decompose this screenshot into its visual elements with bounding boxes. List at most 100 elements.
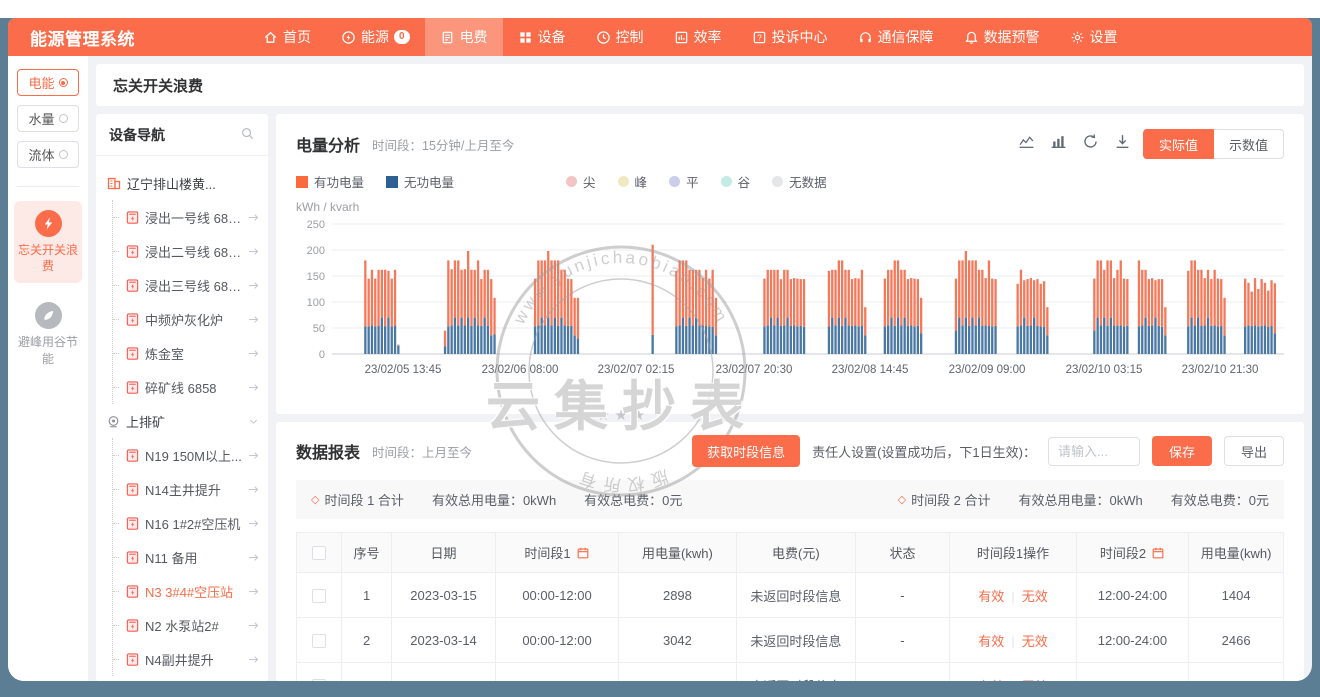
tree-item[interactable]: N2 水泵站2# <box>113 608 260 642</box>
main-area: 忘关开关浪费 设备导航 辽宁排山楼黄...浸出一号线 6851浸出二号线 685… <box>88 56 1312 681</box>
arrow-right-icon[interactable] <box>247 653 260 666</box>
arrow-right-icon[interactable] <box>247 381 260 394</box>
legend-period-item[interactable]: 谷 <box>721 172 751 191</box>
save-button[interactable]: 保存 <box>1152 436 1212 466</box>
action-valid[interactable]: 有效 <box>978 679 1004 682</box>
device-nav-title: 设备导航 <box>109 125 165 145</box>
legend-period-item[interactable]: 无数据 <box>772 172 827 191</box>
tree-item[interactable]: N11 备用 <box>113 540 260 574</box>
tree-item[interactable]: N4副井提升 <box>113 642 260 676</box>
cell-date: 2023-03-15 <box>391 573 496 618</box>
cell-actions: 有效|无效 <box>950 663 1076 682</box>
export-button[interactable]: 导出 <box>1224 436 1284 466</box>
tree-item[interactable]: 中频炉灰化炉 <box>113 302 260 336</box>
arrow-right-icon <box>247 245 260 258</box>
tree-group-node[interactable]: 上排矿 <box>106 404 260 438</box>
fetch-period-button[interactable]: 获取时段信息 <box>692 435 800 467</box>
arrow-right-icon[interactable] <box>247 313 260 326</box>
action-valid[interactable]: 有效 <box>978 634 1004 649</box>
action-valid[interactable]: 有效 <box>978 589 1004 604</box>
cell-actions: 有效|无效 <box>950 618 1076 663</box>
sidebar-toggle-water[interactable]: 水量 <box>17 105 79 132</box>
legend-period-item[interactable]: 峰 <box>618 172 648 191</box>
svg-text:23/02/09 09:00: 23/02/09 09:00 <box>949 364 1026 376</box>
arrow-right-icon[interactable] <box>247 517 260 530</box>
column-label: 电费(元) <box>772 546 820 561</box>
toggle-actual-value[interactable]: 实际值 <box>1143 129 1214 159</box>
meter-icon <box>125 278 140 293</box>
chart-tool-refresh[interactable] <box>1082 133 1099 155</box>
legend-period-item[interactable]: 平 <box>669 172 699 191</box>
arrow-right-icon[interactable] <box>247 551 260 564</box>
legend-series-item[interactable]: 无功电量 <box>386 172 454 191</box>
tree-item[interactable]: N3 3#4#空压站 <box>113 574 260 608</box>
arrow-right-icon[interactable] <box>247 347 260 360</box>
arrow-right-icon[interactable] <box>247 585 260 598</box>
select-all-checkbox[interactable] <box>312 546 326 560</box>
nav-item-alert[interactable]: 数据预警 <box>949 18 1055 56</box>
tree-item-label: N14主井提升 <box>145 480 242 499</box>
nav-item-efficiency[interactable]: 效率 <box>659 18 737 56</box>
tree-item-label: N16 1#2#空压机 <box>145 514 242 533</box>
meter-icon <box>125 380 140 395</box>
sidebar-toggle-fluid[interactable]: 流体 <box>17 141 79 168</box>
chart-tool-line-chart[interactable] <box>1018 133 1035 155</box>
row-checkbox[interactable] <box>312 679 326 681</box>
chart-tool-bar-chart[interactable] <box>1050 133 1067 155</box>
nav-item-complaint[interactable]: ?投诉中心 <box>737 18 843 56</box>
period-summary: ◇时间段 2 合计有效总用电量：0kWh有效总电费：0元 <box>898 490 1269 509</box>
action-invalid[interactable]: 无效 <box>1022 589 1048 604</box>
tree-root-node[interactable]: 辽宁排山楼黄... <box>106 166 260 200</box>
nav-item-control[interactable]: 控制 <box>581 18 659 56</box>
arrow-right-icon[interactable] <box>247 279 260 292</box>
summary-label: 时间段 2 合计 <box>911 490 990 509</box>
tree-item[interactable]: 浸出三号线 6853 <box>113 268 260 302</box>
arrow-right-icon[interactable] <box>247 211 260 224</box>
search-icon[interactable] <box>240 126 255 144</box>
tree-item[interactable]: 浸出二号线 6852 <box>113 234 260 268</box>
calendar-icon <box>576 546 590 560</box>
nav-badge: 0 <box>394 30 410 44</box>
nav-item-device[interactable]: 设备 <box>503 18 581 56</box>
toggle-display-value[interactable]: 示数值 <box>1214 129 1284 159</box>
toggle-label: 水量 <box>28 109 54 128</box>
action-invalid[interactable]: 无效 <box>1022 634 1048 649</box>
row-checkbox[interactable] <box>312 634 326 648</box>
cell-cost: 未返回时段信息 <box>737 573 855 618</box>
svg-text:?: ? <box>757 33 762 42</box>
arrow-right-icon[interactable] <box>247 483 260 496</box>
action-invalid[interactable]: 无效 <box>1022 679 1048 682</box>
svg-text:50: 50 <box>313 323 325 335</box>
chevron-down-icon[interactable] <box>247 415 260 428</box>
left-sidebar: 电能水量流体 忘关开关浪费避峰用谷节能 <box>8 56 88 681</box>
svg-text:23/02/10 21:30: 23/02/10 21:30 <box>1182 364 1259 376</box>
sidebar-module-peak-valley-saving[interactable]: 避峰用谷节能 <box>14 293 82 375</box>
module-label: 忘关开关浪费 <box>16 242 80 274</box>
tree-item[interactable]: N16 1#2#空压机 <box>113 506 260 540</box>
sidebar-toggle-electric[interactable]: 电能 <box>17 69 79 96</box>
nav-item-comm[interactable]: 通信保障 <box>843 18 949 56</box>
nav-item-settings[interactable]: 设置 <box>1055 18 1133 56</box>
tree-item[interactable]: N14主井提升 <box>113 472 260 506</box>
tree-item[interactable]: 浸出一号线 6851 <box>113 200 260 234</box>
arrow-right-icon[interactable] <box>247 619 260 632</box>
value-toggle-group: 实际值 示数值 <box>1143 129 1284 159</box>
chart-tool-download[interactable] <box>1114 133 1131 155</box>
legend-series-item[interactable]: 有功电量 <box>296 172 364 191</box>
tree-item[interactable]: 碎矿线 6858 <box>113 370 260 404</box>
chart-toolbar <box>1018 133 1131 155</box>
sidebar-module-forget-switch-waste[interactable]: 忘关开关浪费 <box>14 201 82 283</box>
nav-item-bill[interactable]: 电费 <box>425 18 503 56</box>
tree-item[interactable]: N19 150M以上... <box>113 438 260 472</box>
meter-icon <box>125 652 140 667</box>
nav-item-home[interactable]: 首页 <box>248 18 326 56</box>
arrow-right-icon[interactable] <box>247 245 260 258</box>
arrow-right-icon[interactable] <box>247 449 260 462</box>
svg-text:0: 0 <box>319 349 325 361</box>
row-checkbox[interactable] <box>312 589 326 603</box>
owner-input[interactable] <box>1048 437 1140 466</box>
legend-period-item[interactable]: 尖 <box>566 172 596 191</box>
line-chart-icon <box>1018 133 1035 150</box>
tree-item[interactable]: 炼金室 <box>113 336 260 370</box>
nav-item-energy[interactable]: 能源0 <box>326 18 425 56</box>
